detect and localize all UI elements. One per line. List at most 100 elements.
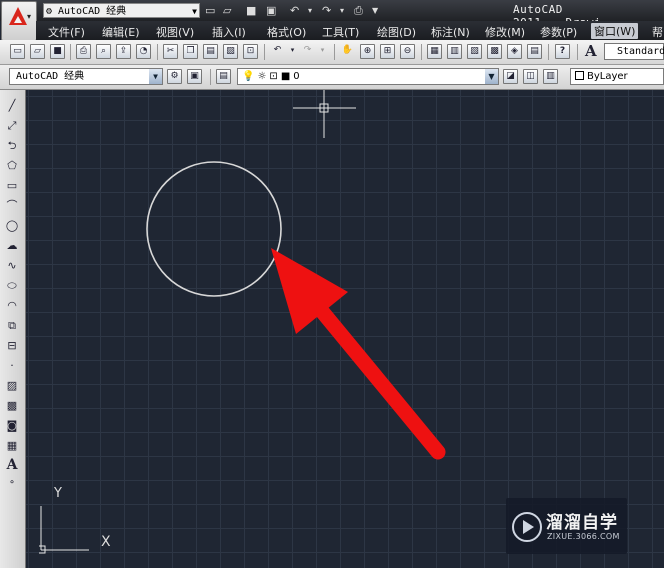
- undo-icon[interactable]: ↶: [270, 44, 285, 59]
- insert-block-icon[interactable]: ⧉: [4, 318, 20, 333]
- polygon-icon[interactable]: ⬠: [4, 158, 20, 173]
- text-style-dropdown[interactable]: Standard: [604, 43, 664, 60]
- zoom-window-icon[interactable]: ⊞: [380, 44, 395, 59]
- menu-dimension[interactable]: 标注(N): [431, 24, 470, 40]
- rectangle-icon[interactable]: ▭: [4, 178, 20, 193]
- redo-dropdown-icon[interactable]: ▾: [315, 44, 330, 59]
- menu-view[interactable]: 视图(V): [156, 24, 194, 40]
- quick-access-dropdown-icon[interactable]: ▼: [372, 3, 378, 18]
- drawing-canvas[interactable]: Y X 溜溜自学 ZIXUE.3066.COM: [26, 90, 664, 568]
- standard-toolbar: ▭ ▱ ■ ⎙ ⌕ ⇪ ◔ ✂ ❐ ▤ ▨ ⊡ ↶ ▾ ↷ ▾ ✋ ⊕ ⊞ ⊖ …: [0, 40, 664, 65]
- sheet-set-icon[interactable]: ▩: [487, 44, 502, 59]
- redo-icon[interactable]: ↷: [322, 3, 331, 18]
- undo-icon[interactable]: ↶: [290, 3, 299, 18]
- cut-icon[interactable]: ✂: [163, 44, 178, 59]
- chevron-down-icon: ▼: [149, 69, 162, 84]
- redo-icon[interactable]: ↷: [300, 44, 315, 59]
- help-icon[interactable]: ?: [555, 44, 570, 59]
- zoom-previous-icon[interactable]: ⊖: [400, 44, 415, 59]
- workspace-save-icon[interactable]: ▣: [187, 69, 202, 84]
- workspace-settings-icon[interactable]: ⚙: [167, 69, 182, 84]
- layer-state-icon[interactable]: ▥: [543, 69, 558, 84]
- color-value: ByLayer: [587, 71, 628, 82]
- plot-icon[interactable]: ⎙: [76, 44, 91, 59]
- chevron-down-icon: ▼: [192, 7, 197, 16]
- copy-icon[interactable]: ❐: [183, 44, 198, 59]
- design-center-icon[interactable]: ▥: [447, 44, 462, 59]
- color-swatch-icon: ■: [280, 71, 291, 82]
- play-logo-icon: [512, 512, 542, 542]
- ucs-axes: [39, 506, 89, 554]
- layer-previous-icon[interactable]: ◫: [523, 69, 538, 84]
- make-block-icon[interactable]: ⊟: [4, 338, 20, 353]
- menu-modify[interactable]: 修改(M): [485, 24, 525, 40]
- drawn-circle[interactable]: [146, 161, 282, 297]
- workspace-switch-dropdown[interactable]: ⚙ AutoCAD 经典 ▼: [43, 3, 200, 18]
- menu-bar: 文件(F) 编辑(E) 视图(V) 插入(I) 格式(O) 工具(T) 绘图(D…: [36, 21, 664, 40]
- region-icon[interactable]: ◙: [4, 418, 20, 433]
- save-icon[interactable]: ■: [246, 3, 256, 18]
- undo-dropdown-icon[interactable]: ▾: [285, 44, 300, 59]
- menu-tools[interactable]: 工具(T): [322, 24, 359, 40]
- chevron-down-icon: ▾: [27, 12, 32, 21]
- publish-icon[interactable]: ⇪: [116, 44, 131, 59]
- toolbar-separator: [210, 69, 211, 85]
- menu-window[interactable]: 窗口(W): [591, 23, 639, 39]
- line-icon[interactable]: ╱: [4, 98, 20, 113]
- save-icon[interactable]: ■: [50, 44, 65, 59]
- menu-help[interactable]: 帮: [652, 24, 663, 40]
- revision-cloud-icon[interactable]: ☁: [4, 238, 20, 253]
- undo-dropdown-icon[interactable]: ▾: [308, 3, 312, 18]
- properties-icon[interactable]: ▦: [427, 44, 442, 59]
- menu-edit[interactable]: 编辑(E): [102, 24, 140, 40]
- plot-preview-icon[interactable]: ⌕: [96, 44, 111, 59]
- application-menu-button[interactable]: ▾: [1, 1, 37, 41]
- paste-icon[interactable]: ▤: [203, 44, 218, 59]
- 3d-print-icon[interactable]: ◔: [136, 44, 151, 59]
- quickcalc-icon[interactable]: ▤: [527, 44, 542, 59]
- new-file-icon[interactable]: ▭: [205, 3, 215, 18]
- construction-line-icon[interactable]: ⤢: [4, 118, 20, 133]
- tool-palettes-icon[interactable]: ▧: [467, 44, 482, 59]
- table-icon[interactable]: ▦: [4, 438, 20, 453]
- spline-icon[interactable]: ∿: [4, 258, 20, 273]
- watermark-url: ZIXUE.3066.COM: [547, 532, 620, 541]
- menu-format[interactable]: 格式(O): [267, 24, 306, 40]
- make-current-layer-icon[interactable]: ◪: [503, 69, 518, 84]
- markup-icon[interactable]: ◈: [507, 44, 522, 59]
- gradient-icon[interactable]: ▩: [4, 398, 20, 413]
- open-folder-icon[interactable]: ▱: [223, 3, 231, 18]
- menu-insert[interactable]: 插入(I): [212, 24, 246, 40]
- open-folder-icon[interactable]: ▱: [30, 44, 45, 59]
- text-style-icon[interactable]: A: [585, 43, 601, 60]
- play-triangle: [523, 520, 534, 534]
- redo-dropdown-icon[interactable]: ▾: [340, 3, 344, 18]
- workspace-dropdown[interactable]: AutoCAD 经典 ▼: [9, 68, 163, 85]
- plot-icon[interactable]: ⎙: [354, 3, 363, 18]
- layer-dropdown[interactable]: 💡 ☼ ⊡ ■ 0 ▼: [237, 68, 499, 85]
- add-selected-icon[interactable]: ⚬: [4, 476, 20, 491]
- layers-toolbar: AutoCAD 经典 ▼ ⚙ ▣ ▤ 💡 ☼ ⊡ ■ 0 ▼ ◪ ◫ ▥ ByLayer: [0, 65, 664, 90]
- crosshair-cursor: [293, 90, 356, 138]
- hatch-icon[interactable]: ▨: [4, 378, 20, 393]
- menu-file[interactable]: 文件(F): [48, 24, 85, 40]
- match-properties-icon[interactable]: ▨: [223, 44, 238, 59]
- new-file-icon[interactable]: ▭: [10, 44, 25, 59]
- menu-parametric[interactable]: 参数(P): [540, 24, 577, 40]
- color-dropdown[interactable]: ByLayer: [570, 68, 664, 85]
- multiline-text-icon[interactable]: A: [4, 458, 20, 473]
- toolbar-separator: [548, 44, 549, 60]
- ellipse-arc-icon[interactable]: ◠: [4, 298, 20, 313]
- zoom-realtime-icon[interactable]: ⊕: [360, 44, 375, 59]
- block-editor-icon[interactable]: ⊡: [243, 44, 258, 59]
- ellipse-icon[interactable]: ⬭: [4, 278, 20, 293]
- save-as-icon[interactable]: ▣: [266, 3, 276, 18]
- toolbar-separator: [70, 44, 71, 60]
- polyline-icon[interactable]: ⮌: [4, 138, 20, 153]
- layer-properties-icon[interactable]: ▤: [216, 69, 231, 84]
- menu-draw[interactable]: 绘图(D): [377, 24, 416, 40]
- circle-icon[interactable]: ◯: [4, 218, 20, 233]
- pan-hand-icon[interactable]: ✋: [340, 44, 355, 59]
- arc-icon[interactable]: ⌒: [4, 198, 20, 213]
- point-icon[interactable]: ·: [4, 358, 20, 373]
